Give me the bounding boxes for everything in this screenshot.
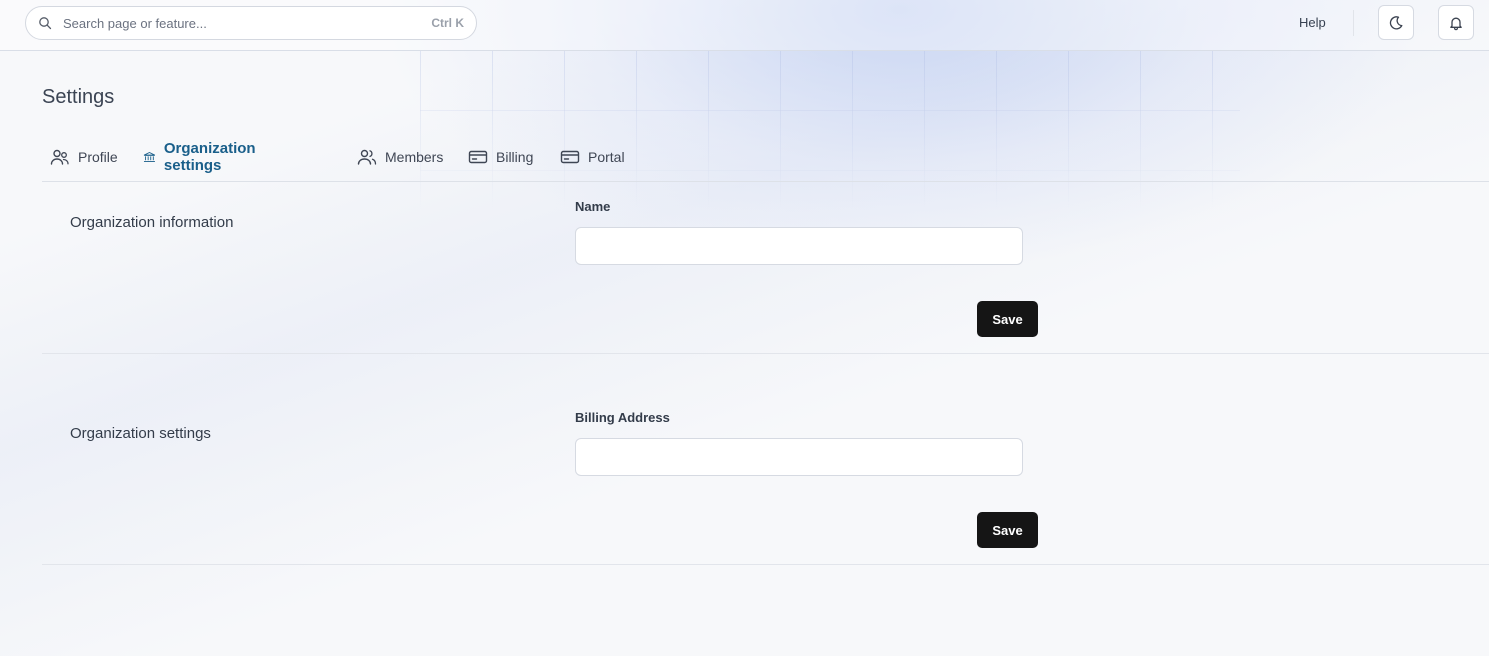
tab-label: Organization settings xyxy=(163,140,256,174)
top-bar: Search page or feature... Ctrl K Help xyxy=(0,0,1489,51)
credit-card-icon xyxy=(468,150,488,164)
tab-label: Members xyxy=(385,149,444,165)
tab-label: Profile xyxy=(78,149,118,165)
section-title-organization-settings: Organization settings xyxy=(70,425,211,442)
users-icon xyxy=(50,149,69,165)
notifications-button[interactable] xyxy=(1438,5,1474,40)
theme-toggle-button[interactable] xyxy=(1378,5,1414,40)
bell-icon xyxy=(1450,17,1462,30)
billing-address-input[interactable] xyxy=(575,438,1023,476)
bank-icon xyxy=(143,152,156,162)
help-link[interactable]: Help xyxy=(1299,15,1326,30)
credit-card-icon xyxy=(560,150,580,164)
section-title-organization-information: Organization information xyxy=(70,214,234,231)
section-divider xyxy=(42,564,1489,565)
search-box[interactable]: Search page or feature... Ctrl K xyxy=(25,6,477,40)
tab-label: Portal xyxy=(588,149,625,165)
search-input[interactable]: Search page or feature... xyxy=(63,16,207,31)
moon-icon xyxy=(1389,15,1403,29)
section-divider xyxy=(42,353,1489,354)
save-organization-settings-button[interactable]: Save xyxy=(977,512,1038,548)
background-grid xyxy=(420,50,1240,210)
search-shortcut-hint: Ctrl K xyxy=(431,16,464,30)
tab-members[interactable]: Members xyxy=(357,146,443,168)
background-glow xyxy=(0,0,1489,656)
tab-portal[interactable]: Portal xyxy=(560,146,625,168)
page-title: Settings xyxy=(42,86,115,108)
name-input[interactable] xyxy=(575,227,1023,265)
billing-address-field-label: Billing Address xyxy=(575,410,670,425)
tab-label: Billing xyxy=(496,149,534,165)
search-icon xyxy=(39,17,52,30)
members-icon xyxy=(357,149,377,165)
divider xyxy=(1353,10,1354,36)
save-organization-information-button[interactable]: Save xyxy=(977,301,1038,337)
name-field-label: Name xyxy=(575,199,611,214)
tab-organization-settings[interactable]: Organization settings xyxy=(143,140,263,174)
tab-profile[interactable]: Profile xyxy=(50,146,118,168)
tabs-divider xyxy=(42,181,1489,182)
tab-billing[interactable]: Billing xyxy=(468,146,533,168)
